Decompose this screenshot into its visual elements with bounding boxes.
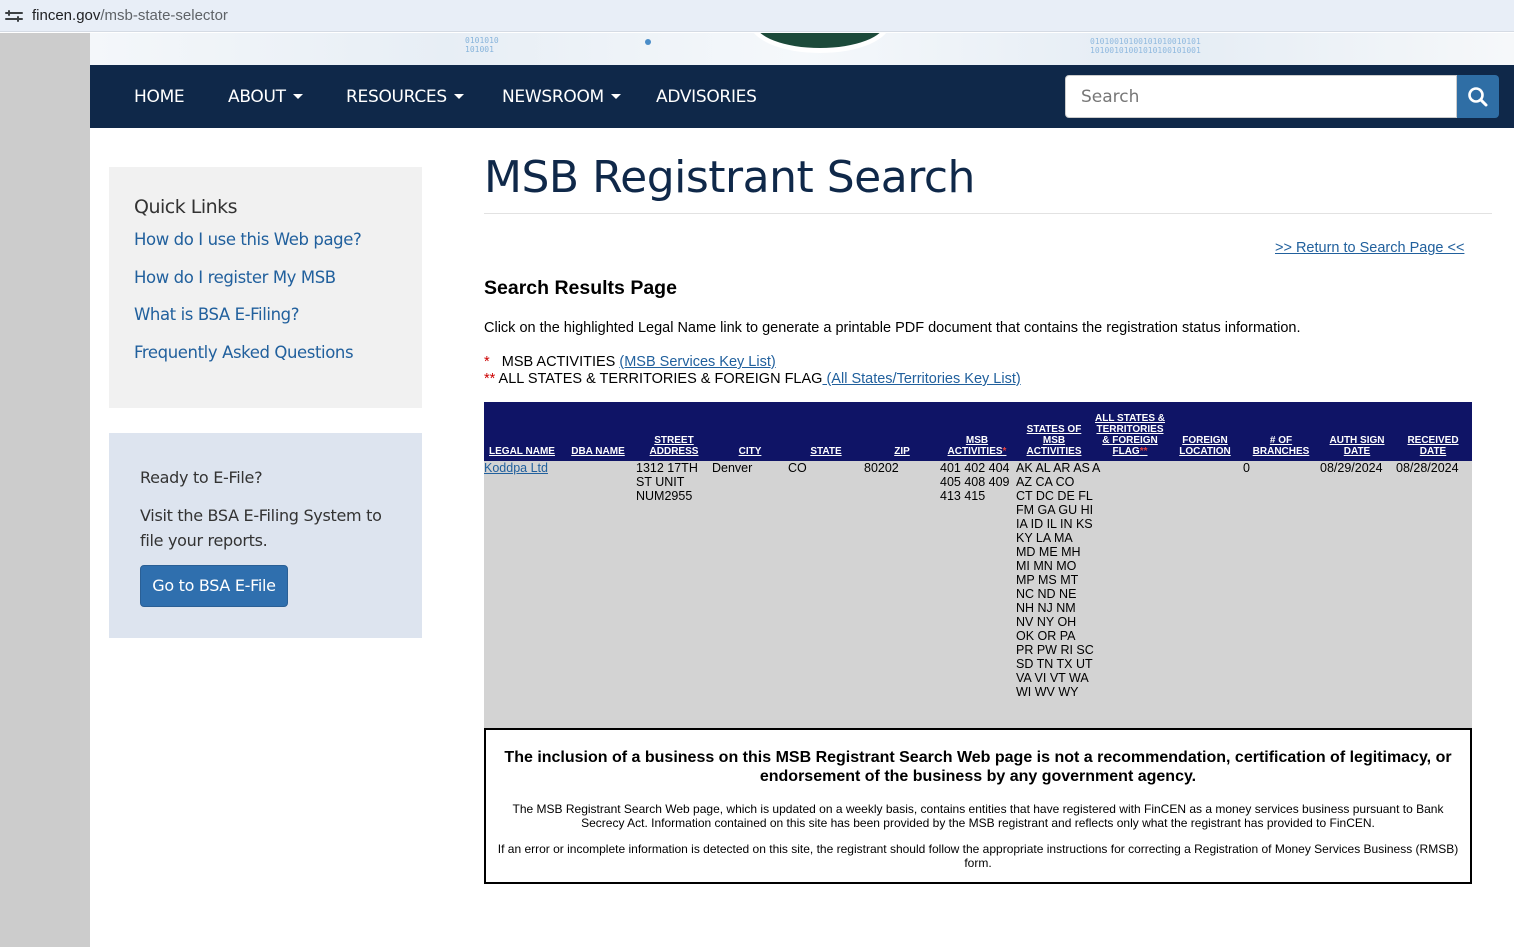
disclaimer-box: The inclusion of a business on this MSB … [484,728,1472,884]
all-states-key: ** ALL STATES & TERRITORIES & FOREIGN FL… [484,371,1021,387]
col-header-label: STATE [810,446,842,457]
disclaimer-paragraph-1: The MSB Registrant Search Web page, whic… [512,802,1444,830]
caret-down-icon [453,94,464,99]
key-label: MSB ACTIVITIES [501,354,616,370]
cell-auth-sign-date: 08/29/2024 [1320,461,1383,475]
col-header-label: AUTH SIGN DATE [1329,435,1385,457]
page-title: MSB Registrant Search [484,152,975,203]
col-header-states-of-msb-activities[interactable]: STATES OF MSB ACTIVITIES [1024,424,1084,457]
quick-link-how-to-use[interactable]: How do I use this Web page? [134,230,362,249]
col-header-label: ZIP [894,446,910,457]
col-header-label: STREET ADDRESS [649,435,699,457]
col-header-received-date[interactable]: RECEIVED DATE [1400,435,1466,457]
legal-name-pdf-link[interactable]: Koddpa Ltd [484,461,548,475]
quick-links-panel: Quick Links How do I use this Web page? … [109,167,422,408]
instructions-text: Click on the highlighted Legal Name link… [484,320,1301,336]
col-header-dba-name[interactable]: DBA NAME [560,446,636,457]
banner-binary-art-right: 01010010100101010010101 10100101001010100… [1090,37,1201,55]
results-subheading: Search Results Page [484,277,677,299]
cell-city: Denver [712,461,753,475]
site-settings-icon[interactable] [5,9,23,23]
col-header-state[interactable]: STATE [788,446,864,457]
col-header-label: CITY [738,446,762,457]
banner-binary-art-left: 0101010 101001 [465,36,499,54]
cell-all-states-flag: A [1092,461,1101,475]
caret-down-icon [610,94,621,99]
cell-msb-activities: 401 402 404 405 408 409 413 415 [940,461,1010,503]
nav-about[interactable]: ABOUT [228,87,303,107]
col-header-label: FOREIGN LOCATION [1179,435,1231,457]
nav-about-label: ABOUT [228,87,286,107]
col-header-auth-sign-date[interactable]: AUTH SIGN DATE [1324,435,1390,457]
browser-address-bar[interactable]: fincen.gov/msb-state-selector [0,0,1514,32]
go-to-bsa-efile-button[interactable]: Go to BSA E-File [140,565,288,607]
site-search-input[interactable] [1065,75,1457,118]
col-header-label: STATES OF MSB ACTIVITIES [1026,424,1082,457]
banner-dot [645,39,651,45]
results-table-header: LEGAL NAME DBA NAME STREET ADDRESS CITY … [484,402,1472,461]
cell-zip: 80202 [864,461,899,475]
cell-received-date: 08/28/2024 [1396,461,1459,475]
quick-link-faq[interactable]: Frequently Asked Questions [134,343,354,362]
nav-resources[interactable]: RESOURCES [346,87,464,107]
col-header-legal-name[interactable]: LEGAL NAME [484,446,560,457]
nav-advisories-label: ADVISORIES [656,87,757,107]
nav-newsroom-label: NEWSROOM [502,87,604,107]
nav-newsroom[interactable]: NEWSROOM [502,87,621,107]
col-header-marker: * [1002,446,1007,457]
col-header-msb-activities[interactable]: MSB ACTIVITIES* [946,435,1008,457]
url-text[interactable]: fincen.gov/msb-state-selector [32,7,228,24]
quick-links-title: Quick Links [134,196,238,218]
msb-activities-key: * MSB ACTIVITIES (MSB Services Key List) [484,354,776,370]
nav-advisories[interactable]: ADVISORIES [656,87,757,107]
cell-street-address: 1312 17TH ST UNIT NUM2955 [636,461,698,503]
efile-panel: Ready to E-File? Visit the BSA E-Filing … [109,433,422,638]
header-banner: 0101010 101001 01010010100101010010101 101… [90,33,1514,65]
col-header-branches[interactable]: # OF BRANCHES [1248,435,1314,457]
url-path: /msb-state-selector [100,7,228,24]
col-header-label: MSB ACTIVITIES [947,435,1003,457]
search-button[interactable] [1457,75,1499,118]
col-header-label: LEGAL NAME [489,446,555,457]
quick-link-register-msb[interactable]: How do I register My MSB [134,268,336,287]
col-header-marker: ** [1139,446,1148,457]
efile-title: Ready to E-File? [140,468,263,487]
nav-home-label: HOME [134,87,185,107]
all-states-key-list-link[interactable]: (All States/Territories Key List) [822,371,1020,387]
col-header-zip[interactable]: ZIP [864,446,940,457]
cell-state: CO [788,461,807,475]
col-header-foreign-location[interactable]: FOREIGN LOCATION [1172,435,1238,457]
nav-home[interactable]: HOME [134,87,185,107]
table-row: Koddpa Ltd 1312 17TH ST UNIT NUM2955 Den… [484,461,1472,728]
url-host: fincen.gov [32,7,101,24]
search-icon [1468,87,1488,107]
msb-services-key-list-link[interactable]: (MSB Services Key List) [619,354,775,370]
cell-legal-name: Koddpa Ltd [484,461,560,475]
key-marker: * [484,354,490,370]
return-to-search-link[interactable]: >> Return to Search Page << [1275,240,1464,256]
col-header-all-states-flag[interactable]: ALL STATES & TERRITORIES & FOREIGN FLAG*… [1094,413,1166,457]
col-header-city[interactable]: CITY [712,446,788,457]
key-label: ALL STATES & TERRITORIES & FOREIGN FLAG [498,371,823,387]
efile-text: Visit the BSA E-Filing System to file yo… [140,506,382,550]
quick-link-bsa-efiling[interactable]: What is BSA E-Filing? [134,305,299,324]
col-header-label: ALL STATES & TERRITORIES & FOREIGN FLAG [1095,413,1165,457]
col-header-street-address[interactable]: STREET ADDRESS [641,435,707,457]
disclaimer-headline: The inclusion of a business on this MSB … [504,749,1452,785]
cell-states-of-msb-activities: AK AL AR AS AZ CA CO CT DC DE FL FM GA G… [1016,461,1094,699]
cell-branches: 0 [1243,461,1250,475]
title-divider [484,213,1492,214]
page-gutter [0,33,90,947]
nav-resources-label: RESOURCES [346,87,447,107]
col-header-label: DBA NAME [571,446,625,457]
key-marker: ** [484,371,496,387]
disclaimer-paragraph-2: If an error or incomplete information is… [497,842,1459,870]
main-navbar: HOME ABOUT RESOURCES NEWSROOM ADVISORIES [90,65,1514,128]
fincen-seal-logo [750,33,890,53]
col-header-label: # OF BRANCHES [1252,435,1310,457]
caret-down-icon [292,94,303,99]
col-header-label: RECEIVED DATE [1407,435,1459,457]
